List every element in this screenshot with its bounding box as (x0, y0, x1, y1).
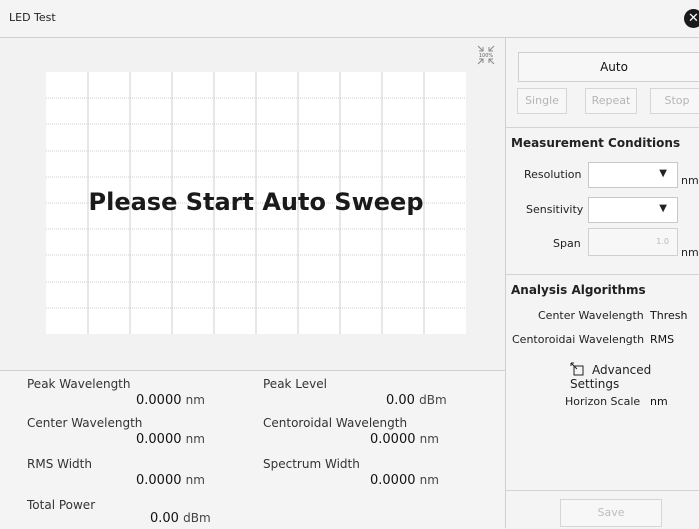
separator (506, 127, 699, 128)
rms-width-value: 0.0000 nm (136, 473, 205, 488)
separator (506, 274, 699, 275)
collapse-icon[interactable]: 100% (475, 43, 497, 67)
analysis-algorithms-title: Analysis Algorithms (511, 283, 646, 297)
advanced-settings-link[interactable]: Advanced Settings (570, 362, 699, 391)
save-button[interactable]: Save (560, 499, 662, 527)
horizon-scale-label: Horizon Scale (565, 395, 641, 408)
rms-width-label: RMS Width (27, 457, 92, 471)
stop-button[interactable]: Stop (650, 88, 699, 114)
center-wavelength-label: Center Wavelength (27, 416, 143, 430)
spectrum-width-label: Spectrum Width (263, 457, 360, 471)
measurement-conditions-title: Measurement Conditions (511, 136, 681, 150)
peak-level-label: Peak Level (263, 377, 327, 391)
span-input[interactable]: 1.0 (588, 228, 678, 256)
resolution-select[interactable]: ▼ (588, 162, 678, 188)
resolution-unit: nm (681, 174, 699, 187)
center-wavelength-algo-value[interactable]: Thresh (650, 309, 687, 322)
window-title: LED Test (9, 11, 56, 24)
centoroidal-wavelength-value: 0.0000 nm (370, 432, 439, 447)
sensitivity-select[interactable]: ▼ (588, 197, 678, 223)
span-unit: nm (681, 246, 699, 259)
center-wavelength-value: 0.0000 nm (136, 432, 205, 447)
advanced-settings-icon (570, 362, 584, 376)
peak-level-value: 0.00 dBm (386, 393, 447, 408)
triangle-down-icon: ▼ (659, 168, 667, 179)
sweep-message: Please Start Auto Sweep (88, 188, 424, 216)
span-label: Span (553, 237, 581, 250)
zoom-label: 100% (479, 53, 494, 59)
auto-button[interactable]: Auto (518, 52, 699, 82)
center-wavelength-algo-label: Center Wavelength (538, 309, 644, 322)
peak-wavelength-value: 0.0000 nm (136, 393, 205, 408)
spectrum-chart: Please Start Auto Sweep (46, 72, 466, 334)
single-button[interactable]: Single (517, 88, 567, 114)
close-icon[interactable]: ✕ (684, 9, 699, 28)
total-power-label: Total Power (27, 498, 96, 512)
centroid-wavelength-algo-label: Centoroidai Wavelength (512, 333, 645, 346)
title-bar: LED Test (0, 0, 699, 38)
repeat-button[interactable]: Repeat (585, 88, 637, 114)
separator (506, 490, 699, 491)
sensitivity-label: Sensitivity (526, 203, 584, 216)
span-value: 1.0 (656, 237, 669, 246)
resolution-label: Resolution (524, 168, 582, 181)
centoroidal-wavelength-label: Centoroidal Wavelength (263, 416, 408, 430)
total-power-value: 0.00 dBm (150, 511, 211, 526)
peak-wavelength-label: Peak Wavelength (27, 377, 131, 391)
triangle-down-icon: ▼ (659, 203, 667, 214)
spectrum-width-value: 0.0000 nm (370, 473, 439, 488)
horizon-scale-value[interactable]: nm (650, 395, 668, 408)
centroid-wavelength-algo-value[interactable]: RMS (650, 333, 674, 346)
